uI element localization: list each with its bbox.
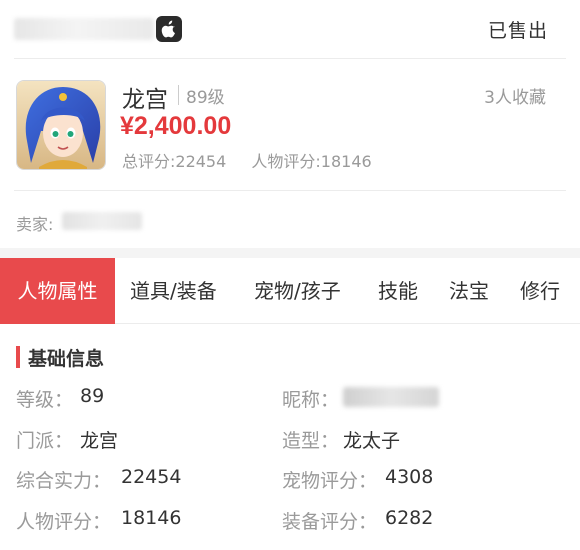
appearance-label: 造型：: [282, 430, 340, 452]
divider: [14, 190, 566, 191]
score-summary: 总评分:22454 人物评分:18146: [122, 148, 372, 172]
tab-items-equipment[interactable]: 道具/装备: [130, 258, 217, 324]
tab-treasures[interactable]: 法宝: [449, 258, 489, 324]
sold-status: 已售出: [487, 20, 548, 42]
character-score-value: 18146: [121, 507, 182, 529]
character-level: 89级: [186, 88, 225, 108]
blurred-seller-name[interactable]: [62, 212, 142, 230]
tab-bar: 人物属性 道具/装备 宠物/孩子 技能 法宝 修行: [0, 258, 580, 324]
divider: [14, 58, 566, 59]
appearance-value: 龙太子: [343, 430, 401, 452]
separator: [178, 85, 179, 105]
tab-pets-children[interactable]: 宠物/孩子: [254, 258, 341, 324]
overall-power-value: 22454: [121, 466, 182, 488]
section-marker: [16, 346, 20, 368]
tab-cultivation[interactable]: 修行: [520, 258, 560, 324]
character-score: 人物评分:18146: [251, 152, 372, 171]
character-school: 龙宫: [122, 87, 168, 113]
level-value: 89: [80, 385, 105, 407]
school-value: 龙宫: [80, 430, 119, 452]
total-score: 总评分:22454: [122, 152, 227, 171]
apple-icon: [156, 16, 182, 42]
equipment-score-value: 6282: [385, 507, 434, 529]
tab-character-attributes[interactable]: 人物属性: [0, 258, 115, 324]
section-title: 基础信息: [28, 348, 105, 370]
school-label: 门派：: [16, 430, 74, 452]
seller-label: 卖家:: [16, 215, 54, 234]
top-bar: 已售出: [0, 0, 580, 58]
blurred-game-name: [14, 18, 154, 40]
pet-score-label: 宠物评分：: [282, 470, 378, 492]
favorites-count[interactable]: 3人收藏: [484, 83, 546, 108]
blurred-nickname: [343, 387, 439, 407]
equipment-score-label: 装备评分：: [282, 511, 378, 533]
character-score-label: 人物评分：: [16, 511, 112, 533]
pet-score-value: 4308: [385, 466, 434, 488]
level-label: 等级：: [16, 389, 74, 411]
section-gap: [0, 248, 580, 258]
character-avatar[interactable]: [16, 80, 106, 170]
overall-power-label: 综合实力：: [16, 470, 112, 492]
nickname-label: 昵称：: [282, 389, 340, 411]
price: ¥2,400.00: [120, 112, 232, 140]
tab-skills[interactable]: 技能: [378, 258, 418, 324]
